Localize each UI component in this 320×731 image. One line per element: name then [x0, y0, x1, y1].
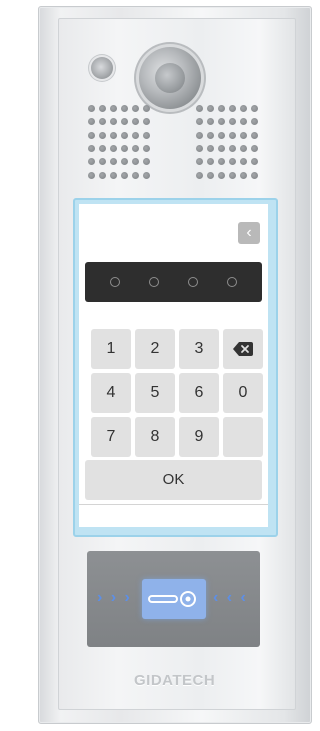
light-sensor: [91, 57, 113, 79]
touch-screen-frame: ‹ 1 2 3 4 5 6 0 7 8 9 OK: [73, 198, 278, 537]
speaker-grille-right: [196, 105, 258, 181]
key-6[interactable]: 6: [179, 373, 219, 413]
pin-display: [85, 262, 262, 302]
key-3[interactable]: 3: [179, 329, 219, 369]
backspace-button[interactable]: [223, 329, 263, 369]
brand-logo: GIDATECH: [134, 672, 216, 689]
camera: [139, 47, 201, 109]
pin-slot: [148, 277, 159, 287]
key-4[interactable]: 4: [91, 373, 131, 413]
key-9[interactable]: 9: [179, 417, 219, 457]
key-5[interactable]: 5: [135, 373, 175, 413]
screen-divider: [79, 504, 268, 505]
chevrons-left-icon: › › ›: [97, 589, 132, 606]
key-1[interactable]: 1: [91, 329, 131, 369]
key-0[interactable]: 0: [223, 373, 263, 413]
chevrons-right-icon: ‹ ‹ ‹: [213, 589, 248, 606]
key-blank: [223, 417, 263, 457]
key-7[interactable]: 7: [91, 417, 131, 457]
pin-slot: [109, 277, 120, 287]
key-2[interactable]: 2: [135, 329, 175, 369]
speaker-grille-left: [88, 105, 150, 181]
card-tap-zone[interactable]: [142, 579, 206, 619]
pin-slot: [188, 277, 199, 287]
ok-button[interactable]: OK: [85, 460, 262, 500]
back-button[interactable]: ‹: [238, 222, 260, 244]
camera-lens: [155, 63, 185, 93]
key-8[interactable]: 8: [135, 417, 175, 457]
touch-screen: ‹ 1 2 3 4 5 6 0 7 8 9 OK: [79, 204, 268, 527]
back-arrow-icon: ‹: [246, 224, 252, 241]
key-card-icon: [148, 591, 196, 607]
card-reader[interactable]: › › › ‹ ‹ ‹: [87, 551, 260, 647]
backspace-icon: [233, 342, 253, 356]
pin-slot: [227, 277, 238, 287]
